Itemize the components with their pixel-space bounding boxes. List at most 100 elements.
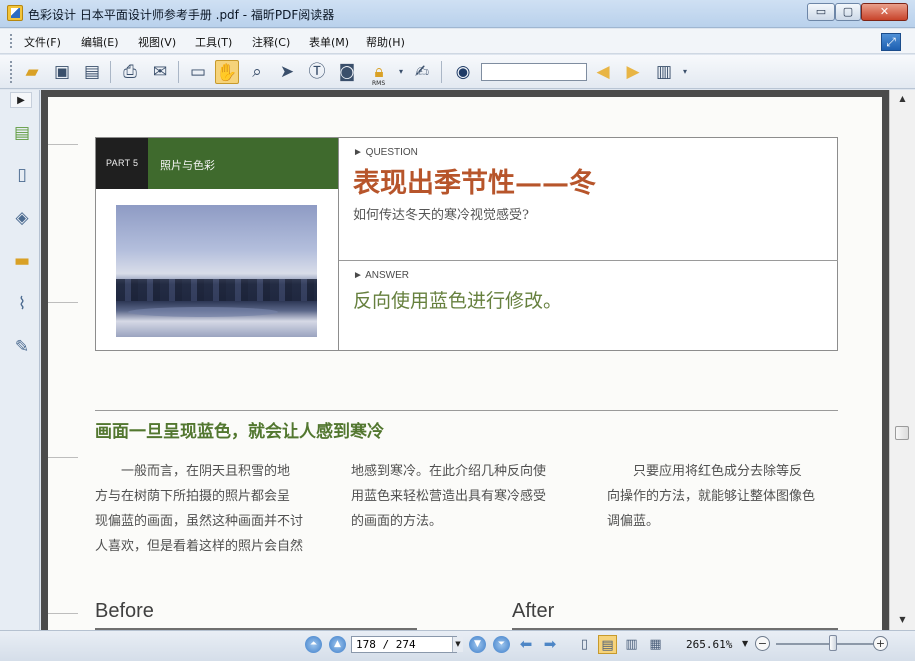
page-margin-line bbox=[48, 613, 78, 614]
save-icon[interactable]: ▣ bbox=[50, 60, 74, 84]
zoom-slider-thumb[interactable] bbox=[829, 635, 837, 651]
zoom-out-icon[interactable]: − bbox=[755, 636, 770, 651]
winter-photo bbox=[116, 205, 317, 337]
part-header: PART 5 照片与色彩 bbox=[96, 138, 338, 189]
document-viewport[interactable]: PART 5 照片与色彩 ► QUESTION 表现出季节性——冬 如何传达冬天… bbox=[41, 90, 889, 632]
question-card: PART 5 照片与色彩 ► QUESTION 表现出季节性——冬 如何传达冬天… bbox=[95, 137, 838, 351]
previous-result-icon[interactable]: ◀ bbox=[591, 60, 615, 84]
menu-view[interactable]: 视图(V) bbox=[138, 34, 176, 50]
app-icon bbox=[7, 5, 23, 21]
vertical-scrollbar[interactable]: ▲ ▼ bbox=[889, 90, 915, 630]
continuous-view-icon[interactable]: ▤ bbox=[598, 635, 617, 654]
question-subtitle: 如何传达冬天的寒冷视觉感受? bbox=[353, 208, 529, 223]
menu-edit[interactable]: 编辑(E) bbox=[81, 34, 119, 50]
body-column-3: 只要应用将红色成分去除等反 向操作的方法，就能够让整体图像色 调偏蓝。 bbox=[607, 459, 837, 534]
body-line: 地感到寒冷。在此介绍几种反向使 bbox=[351, 464, 547, 479]
pages-icon[interactable]: ▯ bbox=[11, 164, 33, 186]
body-line: 人喜欢，但是看着这样的照片会自然 bbox=[95, 539, 304, 554]
zoom-tool-icon[interactable]: ⌕ bbox=[245, 60, 269, 84]
back-arrow-icon[interactable]: ⬅ bbox=[516, 635, 536, 653]
search-input[interactable] bbox=[481, 63, 587, 81]
zoom-level[interactable]: 265.61% bbox=[686, 638, 732, 651]
attachments-icon[interactable]: ⌇ bbox=[11, 293, 33, 315]
find-binoculars-icon[interactable]: ◉ bbox=[451, 60, 475, 84]
email-icon[interactable]: ✉ bbox=[148, 60, 172, 84]
minimize-button[interactable]: ▭ bbox=[807, 3, 835, 21]
answer-text: 反向使用蓝色进行修改。 bbox=[353, 290, 563, 312]
page-margin-line bbox=[48, 302, 78, 303]
body-line: 调偏蓝。 bbox=[607, 514, 660, 529]
full-screen-icon[interactable]: ▭ bbox=[186, 60, 210, 84]
body-line: 用蓝色来轻松营造出具有寒冷感受 bbox=[351, 489, 547, 504]
next-page-icon[interactable]: ▼ bbox=[469, 636, 486, 653]
comments-icon[interactable]: ▬ bbox=[11, 250, 33, 272]
rms-label: RMS bbox=[372, 80, 386, 87]
expand-sidebar-icon[interactable]: ▶ bbox=[10, 92, 32, 108]
title-bar: 色彩设计 日本平面设计师参考手册 .pdf - 福昕PDF阅读器 ▭ ▢ ✕ bbox=[0, 0, 915, 28]
zoom-in-icon[interactable]: + bbox=[873, 636, 888, 651]
part-number: PART 5 bbox=[106, 158, 139, 168]
forward-arrow-icon[interactable]: ➡ bbox=[540, 635, 560, 653]
body-column-1: 一般而言，在阴天且积雪的地 方与在树荫下所拍摄的照片都会呈 现偏蓝的画面，虽然这… bbox=[95, 459, 325, 559]
sign-icon[interactable]: ✍ bbox=[410, 60, 434, 84]
layers-icon[interactable]: ◈ bbox=[11, 207, 33, 229]
hand-tool-icon[interactable]: ✋ bbox=[215, 60, 239, 84]
body-line: 现偏蓝的画面，虽然这种画面并不讨 bbox=[95, 514, 304, 529]
menu-grip-icon bbox=[10, 34, 12, 49]
select-arrow-icon[interactable]: ➤ bbox=[275, 60, 299, 84]
menu-form[interactable]: 表单(M) bbox=[309, 34, 349, 50]
zoom-slider-track[interactable] bbox=[776, 643, 873, 645]
body-line: 的画面的方法。 bbox=[351, 514, 443, 529]
maximize-button[interactable]: ▢ bbox=[835, 3, 861, 21]
resize-toggle-icon[interactable]: ⤢ bbox=[881, 33, 901, 51]
previous-page-icon[interactable]: ▲ bbox=[329, 636, 346, 653]
rms-dropdown-icon[interactable]: ▾ bbox=[395, 60, 407, 84]
text-select-icon[interactable]: Ⓣ bbox=[305, 60, 329, 84]
scroll-up-icon[interactable]: ▲ bbox=[894, 92, 911, 106]
page-dropdown-icon[interactable]: ▼ bbox=[452, 637, 463, 652]
before-label: Before bbox=[95, 600, 154, 622]
navigation-sidebar: ▶ ▤ ▯ ◈ ▬ ⌇ ✎ bbox=[0, 90, 40, 630]
first-page-icon[interactable]: ⏶ bbox=[305, 636, 322, 653]
page-margin-line bbox=[48, 457, 78, 458]
next-result-icon[interactable]: ▶ bbox=[621, 60, 645, 84]
body-line: 向操作的方法，就能够让整体图像色 bbox=[607, 489, 816, 504]
page-number-input[interactable] bbox=[351, 636, 457, 653]
zoom-dropdown-icon[interactable]: ▼ bbox=[742, 639, 748, 648]
snapshot-icon[interactable]: ◙ bbox=[335, 60, 359, 84]
save-all-icon[interactable]: ▤ bbox=[80, 60, 104, 84]
body-column-2: 地感到寒冷。在此介绍几种反向使 用蓝色来轻松营造出具有寒冷感受 的画面的方法。 bbox=[351, 459, 581, 534]
toolbar-separator bbox=[441, 61, 442, 83]
open-folder-icon[interactable]: ▰ bbox=[20, 60, 44, 84]
part-title: 照片与色彩 bbox=[160, 159, 215, 172]
search-options-dropdown-icon[interactable]: ▾ bbox=[679, 60, 691, 84]
menu-help[interactable]: 帮助(H) bbox=[366, 34, 405, 50]
last-page-icon[interactable]: ⏷ bbox=[493, 636, 510, 653]
toolbar-separator bbox=[110, 61, 111, 83]
print-icon[interactable]: ⎙ bbox=[118, 60, 142, 84]
section-heading: 画面一旦呈现蓝色，就会让人感到寒冷 bbox=[95, 422, 384, 442]
scroll-thumb[interactable] bbox=[895, 426, 909, 440]
window-title: 色彩设计 日本平面设计师参考手册 .pdf - 福昕PDF阅读器 bbox=[28, 8, 335, 22]
signatures-icon[interactable]: ✎ bbox=[11, 336, 33, 358]
toolbar-grip-icon bbox=[10, 61, 12, 83]
scroll-down-icon[interactable]: ▼ bbox=[894, 613, 911, 627]
question-label: ► QUESTION bbox=[353, 147, 418, 158]
body-line: 一般而言，在阴天且积雪的地 bbox=[95, 464, 291, 479]
menu-comment[interactable]: 注释(C) bbox=[252, 34, 290, 50]
search-options-icon[interactable]: ▥ bbox=[652, 60, 676, 84]
menu-file[interactable]: 文件(F) bbox=[24, 34, 61, 50]
close-button[interactable]: ✕ bbox=[861, 3, 908, 21]
page-margin-line bbox=[48, 144, 78, 145]
bookmarks-icon[interactable]: ▤ bbox=[11, 122, 33, 144]
answer-label: ► ANSWER bbox=[353, 270, 410, 281]
after-label: After bbox=[512, 600, 555, 622]
status-bar: ⏶ ▲ ▼ ▼ ⏷ ⬅ ➡ ▯ ▤ ▥ ▦ 265.61% ▼ − + bbox=[0, 630, 915, 661]
continuous-facing-view-icon[interactable]: ▦ bbox=[646, 635, 665, 654]
question-title: 表现出季节性——冬 bbox=[353, 168, 596, 199]
menu-tools[interactable]: 工具(T) bbox=[195, 34, 232, 50]
main-toolbar: ▰ ▣ ▤ ⎙ ✉ ▭ ✋ ⌕ ➤ Ⓣ ◙ 🔒︎ RMS ▾ ✍ ◉ ◀ ▶ ▥… bbox=[0, 55, 915, 89]
single-page-view-icon[interactable]: ▯ bbox=[575, 635, 594, 654]
facing-view-icon[interactable]: ▥ bbox=[622, 635, 641, 654]
body-line: 方与在树荫下所拍摄的照片都会呈 bbox=[95, 489, 291, 504]
